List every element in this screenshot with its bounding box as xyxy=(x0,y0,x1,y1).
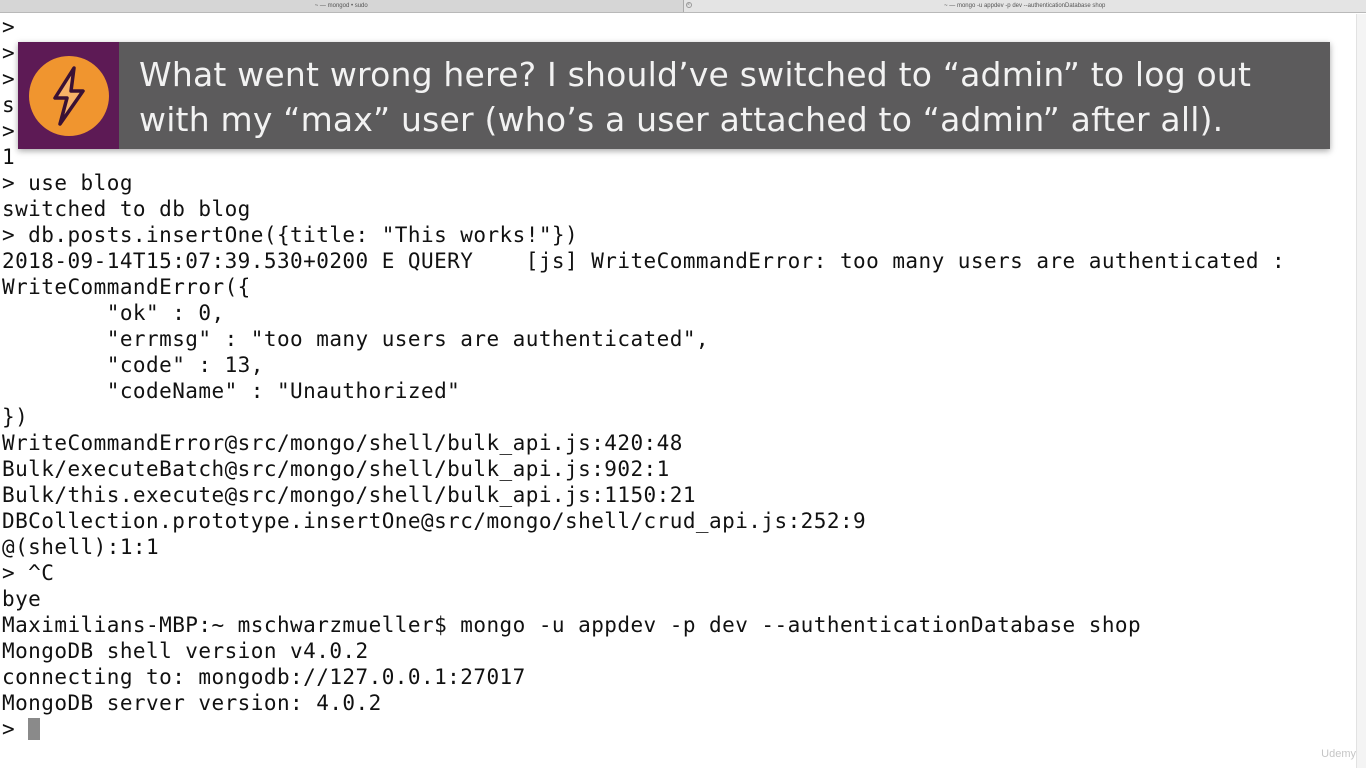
terminal-line: MongoDB shell version v4.0.2 xyxy=(2,639,369,663)
terminal-line: > ^C xyxy=(2,561,55,585)
text-cursor xyxy=(28,718,41,740)
terminal-line: @(shell):1:1 xyxy=(2,535,160,559)
terminal-tab-bar: ~ — mongod • sudo × ~ — mongo -u appdev … xyxy=(0,0,1366,13)
close-icon[interactable]: × xyxy=(685,2,692,8)
terminal-line: > use blog xyxy=(2,171,133,195)
callout-badge xyxy=(18,42,119,149)
terminal-line: "code" : 13, xyxy=(2,353,264,377)
terminal-line: Maximilians-MBP:~ mschwarzmueller$ mongo… xyxy=(2,613,1142,637)
terminal-line: Bulk/executeBatch@src/mongo/shell/bulk_a… xyxy=(2,457,670,481)
lightning-bolt-icon xyxy=(28,55,109,136)
callout-line-1: What went wrong here? I should’ve switch… xyxy=(139,55,1252,94)
terminal-prompt-line[interactable]: > xyxy=(2,716,1352,742)
terminal-line: > db.posts.insertOne({title: "This works… xyxy=(2,223,579,247)
terminal-line: DBCollection.prototype.insertOne@src/mon… xyxy=(2,509,867,533)
terminal-line: "codeName" : "Unauthorized" xyxy=(2,379,461,403)
terminal-line: "ok" : 0, xyxy=(2,301,225,325)
terminal-line: MongoDB server version: 4.0.2 xyxy=(2,691,382,715)
terminal-scrollbar[interactable] xyxy=(1356,14,1366,768)
terminal-line: connecting to: mongodb://127.0.0.1:27017 xyxy=(2,665,526,689)
terminal-line: WriteCommandError({ xyxy=(2,275,251,299)
terminal-line: "errmsg" : "too many users are authentic… xyxy=(2,327,710,351)
shell-prompt: > xyxy=(2,717,29,741)
terminal-line: Bulk/this.execute@src/mongo/shell/bulk_a… xyxy=(2,483,696,507)
callout-text: What went wrong here? I should’ve switch… xyxy=(119,42,1251,149)
terminal-line: WriteCommandError@src/mongo/shell/bulk_a… xyxy=(2,431,683,455)
tab-mongod[interactable]: ~ — mongod • sudo xyxy=(0,0,683,12)
tab-mongod-title: ~ — mongod • sudo xyxy=(314,3,368,9)
terminal-line: switched to db blog xyxy=(2,197,251,221)
udemy-watermark: Udemy xyxy=(1321,748,1356,760)
terminal-line: bye xyxy=(2,587,42,611)
terminal-line: > xyxy=(2,15,16,39)
annotation-callout: What went wrong here? I should’ve switch… xyxy=(18,42,1330,149)
callout-line-2: with my “max” user (who’s a user attache… xyxy=(139,100,1224,139)
terminal-line: }) xyxy=(2,405,29,429)
tab-mongo-shell[interactable]: × ~ — mongo -u appdev -p dev --authentic… xyxy=(683,0,1366,12)
terminal-line: 2018-09-14T15:07:39.530+0200 E QUERY [js… xyxy=(2,249,1286,273)
tab-mongo-shell-title: ~ — mongo -u appdev -p dev --authenticat… xyxy=(944,3,1106,9)
